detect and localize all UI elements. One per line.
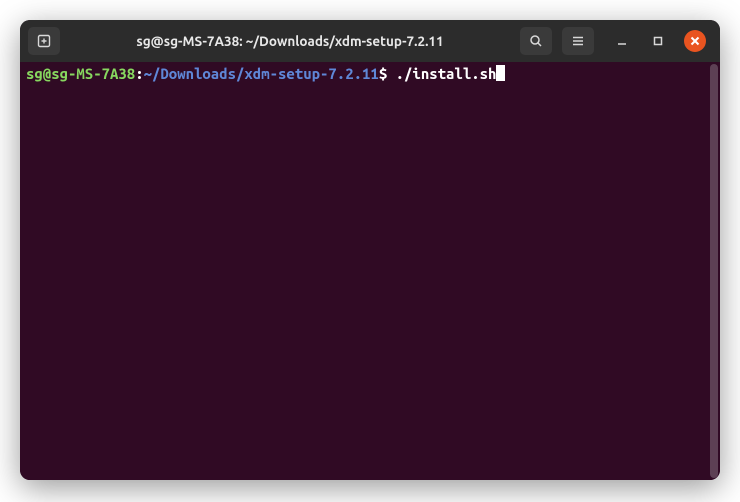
search-icon: [528, 33, 544, 49]
titlebar-right: [520, 27, 712, 55]
scrollbar[interactable]: [710, 64, 718, 478]
prompt-colon: :: [135, 65, 143, 83]
hamburger-icon: [570, 33, 586, 49]
minimize-icon: [616, 35, 628, 47]
new-tab-icon: [36, 33, 52, 49]
prompt-path: ~/Downloads/xdm-setup-7.2.11: [144, 65, 379, 83]
menu-button[interactable]: [562, 27, 594, 55]
prompt-dollar: $: [379, 65, 396, 83]
maximize-icon: [652, 35, 664, 47]
terminal-window: sg@sg-MS-7A38: ~/Downloads/xdm-setup-7.2…: [20, 20, 720, 480]
maximize-button[interactable]: [648, 31, 668, 51]
cursor: [496, 65, 505, 81]
close-button[interactable]: [684, 30, 706, 52]
terminal-body[interactable]: sg@sg-MS-7A38:~/Downloads/xdm-setup-7.2.…: [20, 62, 720, 480]
titlebar-left: [28, 27, 60, 55]
command-input: ./install.sh: [396, 65, 497, 83]
prompt-userhost: sg@sg-MS-7A38: [26, 65, 135, 83]
prompt-line: sg@sg-MS-7A38:~/Downloads/xdm-setup-7.2.…: [26, 65, 714, 83]
window-controls: [612, 30, 706, 52]
search-button[interactable]: [520, 27, 552, 55]
titlebar: sg@sg-MS-7A38: ~/Downloads/xdm-setup-7.2…: [20, 20, 720, 62]
scrollbar-thumb[interactable]: [710, 64, 718, 478]
new-tab-button[interactable]: [28, 27, 60, 55]
window-title: sg@sg-MS-7A38: ~/Downloads/xdm-setup-7.2…: [66, 33, 514, 49]
minimize-button[interactable]: [612, 31, 632, 51]
close-icon: [690, 36, 700, 46]
